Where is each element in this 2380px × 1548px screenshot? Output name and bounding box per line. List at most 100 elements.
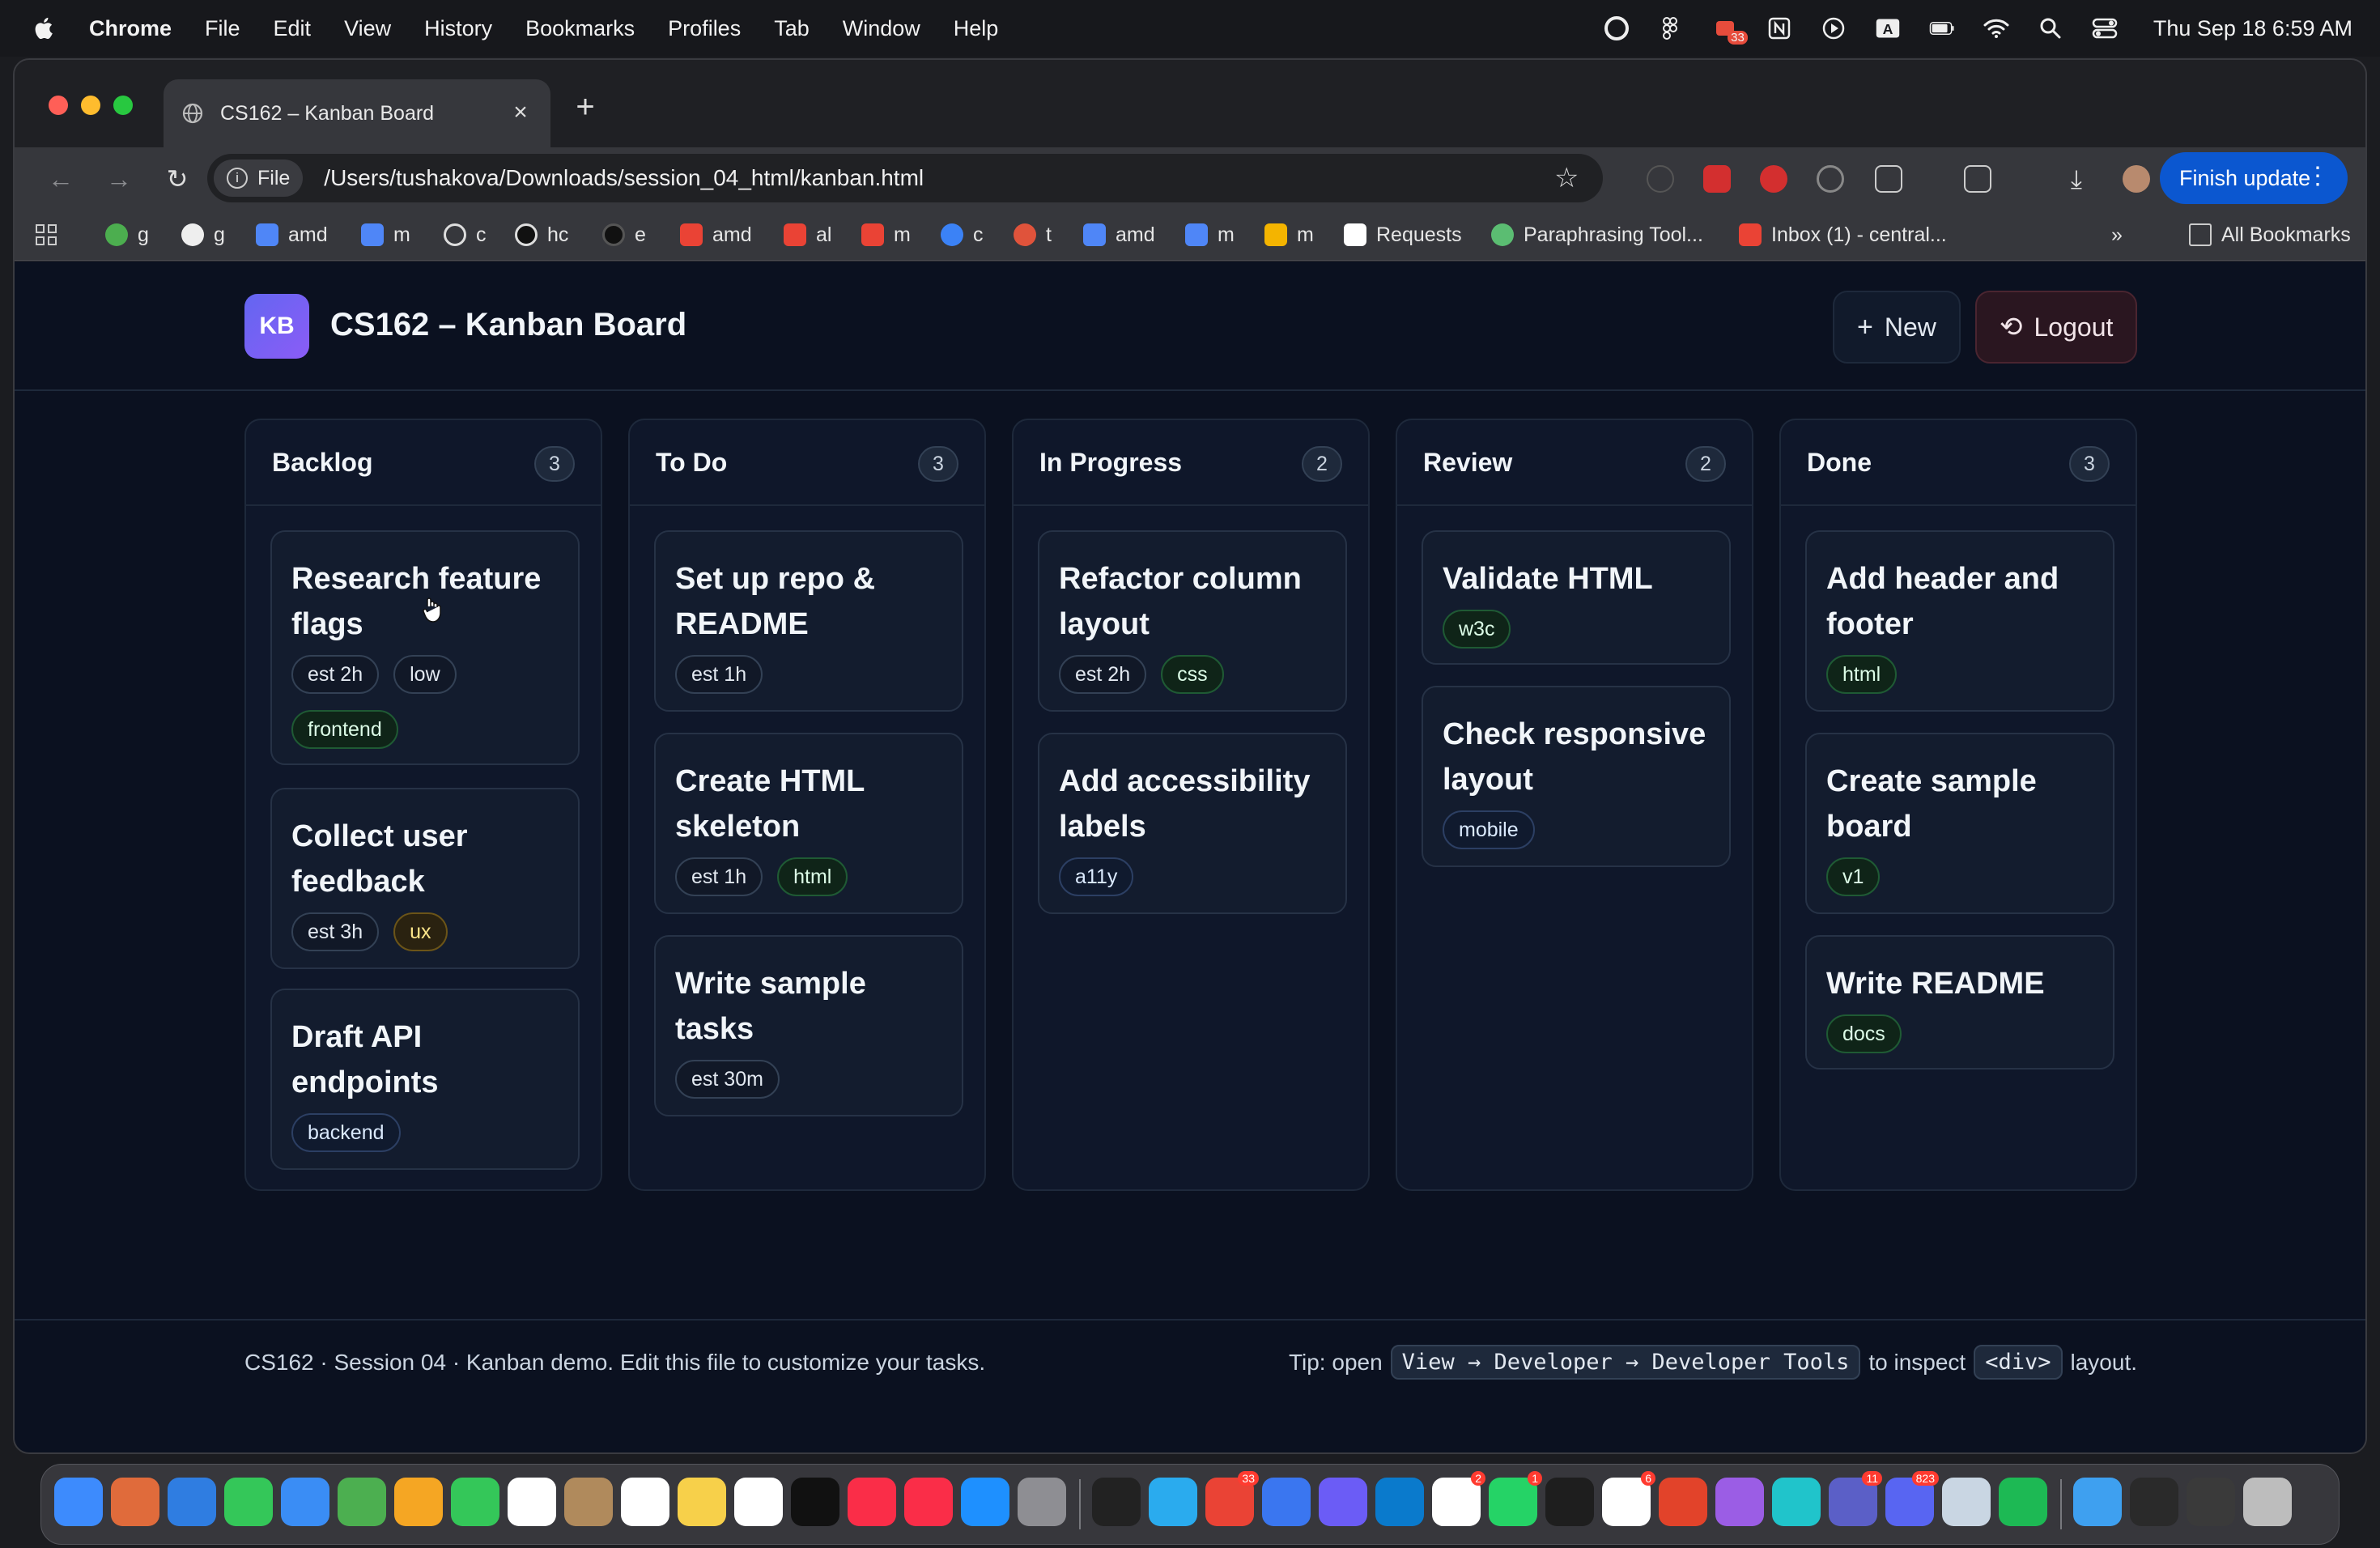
task-card[interactable]: Write README docs — [1805, 935, 2114, 1070]
maps-icon[interactable] — [338, 1478, 386, 1526]
music-icon[interactable] — [848, 1478, 896, 1526]
site-info-chip[interactable]: i File — [214, 159, 304, 197]
battery-icon[interactable] — [1929, 15, 1955, 41]
zoom-window-button[interactable] — [113, 96, 133, 115]
notion-status-icon[interactable] — [1766, 15, 1792, 41]
close-window-button[interactable] — [49, 96, 68, 115]
close-tab-icon[interactable]: × — [508, 100, 533, 125]
task-card[interactable]: Refactor column layout est 2h css — [1038, 530, 1347, 712]
podcasts-icon[interactable] — [1715, 1478, 1764, 1526]
new-button[interactable]: + New — [1833, 291, 1961, 364]
trash-icon[interactable] — [2243, 1478, 2292, 1526]
task-card[interactable]: Create HTML skeleton est 1h html — [654, 733, 963, 914]
signal-icon[interactable] — [1262, 1478, 1311, 1526]
bookmark-item[interactable]: t — [1014, 220, 1052, 249]
bookmark-item[interactable]: m — [361, 220, 410, 249]
stack-icon[interactable] — [2187, 1478, 2235, 1526]
bookmark-star-icon[interactable]: ☆ — [1554, 164, 1580, 192]
wifi-icon[interactable] — [1983, 15, 2009, 41]
download-icon[interactable]: ⤓ — [2063, 165, 2090, 193]
bookmark-item[interactable]: g — [105, 220, 149, 249]
chrome-icon[interactable]: 33 — [1205, 1471, 1259, 1526]
extension-gray-icon[interactable] — [1817, 165, 1844, 193]
menu-history[interactable]: History — [424, 16, 492, 41]
safari-icon[interactable] — [168, 1478, 216, 1526]
minimize-window-button[interactable] — [81, 96, 100, 115]
copilot-icon[interactable] — [1319, 1478, 1367, 1526]
logout-button[interactable]: ⟲ Logout — [1975, 291, 2137, 364]
task-card[interactable]: Write sample tasks est 30m — [654, 935, 963, 1116]
terminal-icon[interactable] — [1092, 1478, 1141, 1526]
vscode-icon[interactable] — [1375, 1478, 1424, 1526]
downloads-folder-icon[interactable] — [2073, 1478, 2122, 1526]
stack-icon[interactable] — [2130, 1478, 2178, 1526]
discord-icon[interactable]: 823 — [1885, 1471, 1939, 1526]
menu-view[interactable]: View — [344, 16, 391, 41]
all-bookmarks-button[interactable]: All Bookmarks — [2189, 220, 2351, 249]
task-card[interactable]: Validate HTML w3c — [1422, 530, 1731, 665]
task-card[interactable]: Create sample board v1 — [1805, 733, 2114, 914]
bookmark-item[interactable]: hc — [515, 220, 568, 249]
figma-status-icon[interactable] — [1658, 15, 1684, 41]
news-icon[interactable] — [904, 1478, 953, 1526]
play-circle-icon[interactable] — [1821, 15, 1847, 41]
messages-icon[interactable] — [224, 1478, 273, 1526]
figma-icon[interactable] — [1545, 1478, 1594, 1526]
forward-arrow-icon[interactable]: → — [105, 165, 133, 193]
bookmark-item[interactable]: m — [861, 220, 911, 249]
task-card[interactable]: Add accessibility labels a11y — [1038, 733, 1347, 914]
contacts-icon[interactable] — [564, 1478, 613, 1526]
extension-red-icon[interactable] — [1703, 165, 1731, 193]
menu-file[interactable]: File — [205, 16, 240, 41]
apple-icon[interactable] — [31, 15, 58, 42]
control-center-icon[interactable] — [2092, 15, 2118, 41]
freeform-icon[interactable] — [734, 1478, 783, 1526]
canva-icon[interactable] — [1772, 1478, 1821, 1526]
launchpad-icon[interactable] — [111, 1478, 159, 1526]
menu-edit[interactable]: Edit — [274, 16, 312, 41]
menu-tab[interactable]: Tab — [774, 16, 810, 41]
more-menu-icon[interactable]: ⋮ — [2306, 162, 2330, 190]
grammarly-icon[interactable] — [1604, 15, 1630, 41]
task-card[interactable]: Set up repo & README est 1h — [654, 530, 963, 712]
teams-icon[interactable]: 11 — [1829, 1471, 1882, 1526]
app-store-icon[interactable] — [961, 1478, 1009, 1526]
preview-icon[interactable] — [1942, 1478, 1991, 1526]
task-card[interactable]: Add header and footer html — [1805, 530, 2114, 712]
bookmark-item[interactable]: m — [1185, 220, 1235, 249]
bookmark-item[interactable]: amd — [256, 220, 328, 249]
tab-search-icon[interactable] — [1964, 165, 1991, 193]
task-card[interactable]: Research feature flags est 2h low frontend — [270, 530, 580, 765]
extension-circle-icon[interactable] — [1647, 165, 1674, 193]
bookmark-item[interactable]: e — [602, 220, 646, 249]
bookmark-item[interactable]: m — [1264, 220, 1314, 249]
calendar-icon[interactable] — [508, 1478, 556, 1526]
extension-hand-icon[interactable] — [1760, 165, 1787, 193]
menu-bookmarks[interactable]: Bookmarks — [525, 16, 635, 41]
task-card[interactable]: Collect user feedback est 3h ux — [270, 788, 580, 969]
spotify-icon[interactable] — [1999, 1478, 2047, 1526]
notification-status-icon[interactable]: 33 — [1712, 15, 1748, 45]
address-bar[interactable]: i File /Users/tushakova/Downloads/sessio… — [207, 154, 1603, 202]
tv-icon[interactable] — [791, 1478, 839, 1526]
back-arrow-icon[interactable]: ← — [47, 165, 74, 193]
bookmark-item[interactable]: c — [941, 220, 984, 249]
pdf-icon[interactable] — [1659, 1478, 1707, 1526]
bookmark-item[interactable]: Inbox (1) - central... — [1739, 220, 1947, 249]
search-icon[interactable] — [2038, 15, 2063, 41]
apps-grid-icon[interactable] — [34, 220, 58, 249]
bookmark-item[interactable]: Paraphrasing Tool... — [1491, 220, 1703, 249]
system-settings-icon[interactable] — [1018, 1478, 1066, 1526]
reminders-icon[interactable] — [621, 1478, 669, 1526]
bookmarks-overflow-icon[interactable]: » — [2111, 220, 2123, 249]
telegram-icon[interactable] — [1149, 1478, 1197, 1526]
finder-icon[interactable] — [54, 1478, 103, 1526]
menu-profiles[interactable]: Profiles — [668, 16, 741, 41]
slack-icon[interactable]: 2 — [1432, 1471, 1485, 1526]
reload-icon[interactable]: ↻ — [164, 165, 191, 193]
bookmark-item[interactable]: c — [444, 220, 487, 249]
whatsapp-icon[interactable]: 1 — [1489, 1471, 1542, 1526]
menu-help[interactable]: Help — [954, 16, 999, 41]
notes-icon[interactable] — [678, 1478, 726, 1526]
bookmark-item[interactable]: al — [784, 220, 831, 249]
